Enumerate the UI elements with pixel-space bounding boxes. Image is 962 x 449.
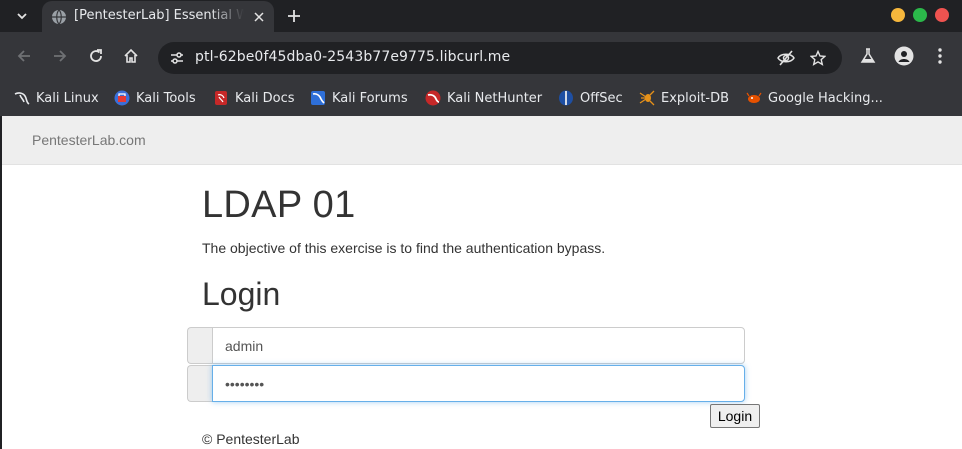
home-button[interactable] [119, 44, 143, 68]
flask-icon [860, 48, 876, 63]
new-tab-button[interactable] [282, 4, 306, 28]
avatar-icon [894, 46, 914, 66]
tracking-protection-button[interactable] [774, 46, 798, 70]
footer-copyright: © PentesterLab [202, 431, 300, 447]
reload-button[interactable] [84, 44, 108, 68]
bookmark-label: Exploit-DB [661, 90, 730, 106]
back-button[interactable] [12, 44, 36, 68]
tab-strip: [PentesterLab] Essential Web Exploitatio… [0, 0, 962, 32]
arrow-right-icon [54, 50, 67, 62]
ghdb-icon [746, 90, 762, 106]
tab-search-button[interactable] [8, 4, 36, 28]
reload-icon [90, 49, 102, 62]
login-button[interactable]: Login [710, 404, 760, 428]
bookmark-label: OffSec [580, 90, 623, 106]
menu-button[interactable] [928, 44, 952, 68]
username-input[interactable] [212, 327, 745, 364]
bookmark-label: Google Hacking... [768, 90, 883, 106]
kali-tools-icon [114, 90, 130, 106]
maximize-button[interactable] [913, 8, 927, 22]
login-heading: Login [202, 276, 281, 312]
bookmark-exploit-db[interactable]: Exploit-DB [639, 85, 729, 111]
bookmark-kali-nethunter[interactable]: Kali NetHunter [425, 85, 542, 111]
arrow-left-icon [17, 50, 30, 62]
bookmark-star-button[interactable] [806, 46, 830, 70]
bookmark-label: Kali Linux [36, 90, 99, 106]
offsec-icon [558, 90, 574, 106]
eye-off-icon [777, 50, 795, 66]
bookmark-offsec[interactable]: OffSec [558, 85, 623, 111]
plus-icon [288, 10, 300, 22]
tab-title: [PentesterLab] Essential Web Exploitatio… [74, 8, 244, 23]
star-icon [810, 50, 826, 66]
site-info-button[interactable] [166, 47, 188, 69]
kali-docs-icon [213, 90, 229, 106]
brand-link[interactable]: PentesterLab.com [32, 132, 146, 148]
close-icon [254, 12, 264, 22]
globe-icon [52, 9, 66, 25]
bookmark-label: Kali Tools [136, 90, 196, 106]
browser-toolbar: ptl-62be0f45dba0-2543b77e9775.libcurl.me [0, 32, 962, 80]
password-addon [187, 365, 213, 402]
bookmark-label: Kali Docs [235, 90, 295, 106]
web-page: PentesterLab.com LDAP 01 The objective o… [2, 116, 962, 449]
kali-forums-icon [310, 90, 326, 106]
exercise-description: The objective of this exercise is to fin… [202, 240, 606, 256]
address-bar[interactable]: ptl-62be0f45dba0-2543b77e9775.libcurl.me [158, 42, 842, 74]
bookmarks-bar: Kali Linux Kali Tools Kali Docs Kali For… [0, 80, 962, 116]
home-icon [124, 48, 138, 63]
labs-button[interactable] [856, 44, 880, 68]
bookmark-label: Kali Forums [332, 90, 408, 106]
url-text: ptl-62be0f45dba0-2543b77e9775.libcurl.me [195, 49, 511, 65]
forward-button[interactable] [48, 44, 72, 68]
page-title: LDAP 01 [202, 184, 356, 226]
minimize-button[interactable] [891, 8, 905, 22]
bookmark-kali-forums[interactable]: Kali Forums [310, 85, 408, 111]
navbar: PentesterLab.com [2, 116, 962, 165]
active-tab[interactable]: [PentesterLab] Essential Web Exploitatio… [42, 1, 274, 32]
bookmark-google-hacking[interactable]: Google Hacking... [746, 85, 883, 111]
chevron-down-icon [17, 13, 27, 20]
bookmark-kali-docs[interactable]: Kali Docs [213, 85, 295, 111]
nethunter-icon [425, 90, 441, 106]
close-window-button[interactable] [935, 8, 949, 22]
bookmark-kali-tools[interactable]: Kali Tools [114, 85, 196, 111]
bookmark-kali-linux[interactable]: Kali Linux [14, 85, 99, 111]
password-input[interactable] [212, 365, 745, 402]
profile-button[interactable] [892, 44, 916, 68]
exploit-db-icon [639, 90, 655, 106]
username-addon [187, 327, 213, 364]
tab-close-button[interactable] [250, 8, 268, 26]
tune-icon [171, 52, 183, 64]
bookmark-label: Kali NetHunter [447, 90, 543, 106]
more-vert-icon [938, 48, 942, 64]
kali-dragon-icon [14, 90, 30, 106]
